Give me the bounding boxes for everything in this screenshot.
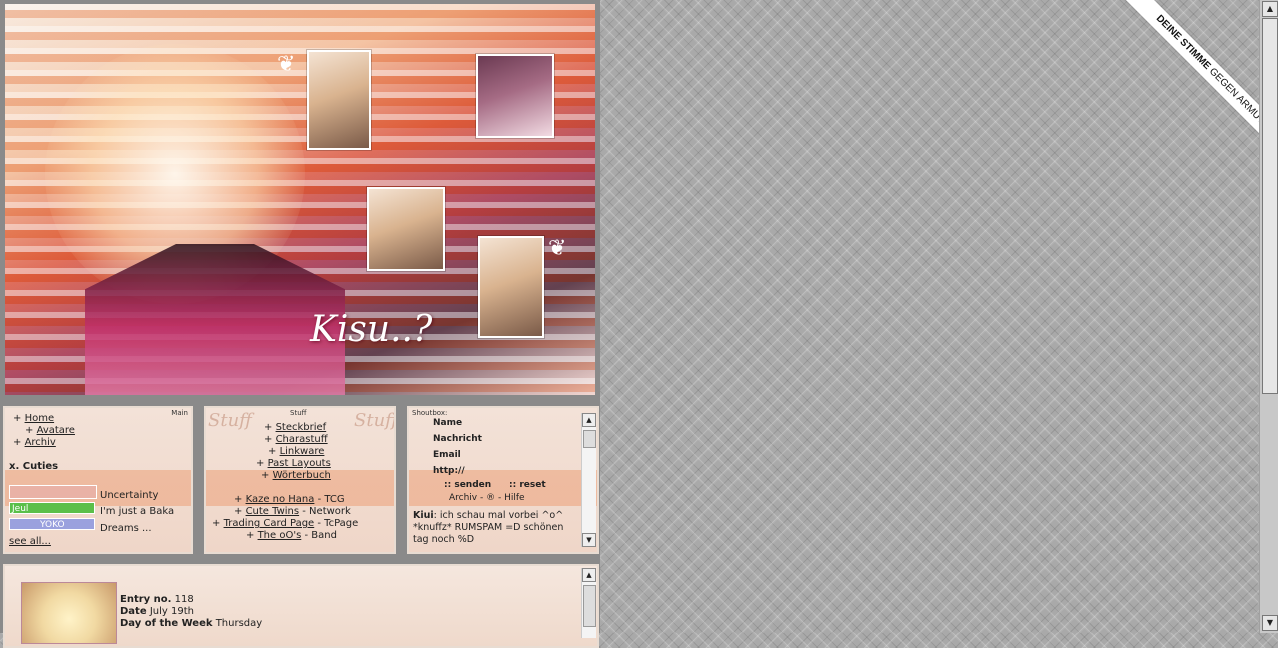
window-scrollbar[interactable]: ▲ ▼ [1259, 0, 1278, 633]
entry-date-label: Date [120, 606, 147, 617]
cutie-label: Dreams ... [100, 523, 152, 534]
shoutbox-message-field[interactable]: Nachricht [433, 434, 482, 444]
shoutbox-footer-links[interactable]: Archiv - ® - Hilfe [449, 493, 525, 503]
entry-number-value: 118 [174, 594, 194, 605]
archiv-link[interactable]: Archiv [25, 437, 56, 448]
linkware-link[interactable]: Linkware [280, 446, 325, 457]
entry-weekday-label: Day of the Week [120, 618, 213, 629]
shoutbox-message: Kiui: ich schau mal vorbei ^o^ *knuffz* … [413, 510, 564, 545]
entry-weekday: Day of the Week Thursday [120, 618, 262, 629]
network-item: + Trading Card Page - TcPage [212, 518, 359, 529]
header-thumbnail-1 [307, 50, 371, 150]
header-banner: ❦ ❦ Kisu..? [5, 4, 595, 395]
network-suffix: - Band [301, 530, 337, 541]
scroll-thumb[interactable] [583, 430, 596, 448]
scroll-up-icon[interactable]: ▲ [582, 568, 596, 582]
shoutbox-message-text: ich schau mal vorbei ^o^ *knuffz* RUMSPA… [413, 510, 564, 545]
shoutbox-scrollbar[interactable]: ▲ ▼ [581, 413, 596, 547]
cutie-banner-2[interactable]: Jeul [9, 502, 95, 514]
panel-tag: Main [171, 409, 188, 417]
shoutbox-email-field[interactable]: Email [433, 450, 461, 460]
network-suffix: - TCG [314, 494, 345, 505]
stuff-watermark: Stuff [208, 410, 252, 431]
network-item: + The oO's - Band [246, 530, 337, 541]
network-suffix: - TcPage [314, 518, 359, 529]
scroll-up-icon[interactable]: ▲ [1262, 1, 1278, 17]
avatare-link[interactable]: Avatare [37, 425, 75, 436]
header-title: Kisu..? [310, 309, 433, 350]
wing-icon: ❦ [548, 236, 567, 261]
scroll-thumb[interactable] [583, 585, 596, 627]
entry-weekday-value: Thursday [215, 618, 263, 629]
entry-date-value: July 19th [149, 606, 194, 617]
stuff-item: + Charastuff [264, 434, 328, 445]
steckbrief-link[interactable]: Steckbrief [276, 422, 327, 433]
stuff-watermark: Stuff [354, 410, 396, 431]
trading-card-page-link[interactable]: Trading Card Page [224, 518, 315, 529]
cutie-label: I'm just a Baka [100, 506, 175, 517]
see-all-link[interactable]: see all... [9, 536, 51, 547]
network-suffix: - Network [299, 506, 351, 517]
shoutbox-message-author: Kiui [413, 510, 434, 521]
entry-date: Date July 19th [120, 606, 194, 617]
stuff-item: + Wörterbuch [261, 470, 331, 481]
network-item: + Kaze no Hana - TCG [234, 494, 345, 505]
scroll-down-icon[interactable]: ▼ [1262, 615, 1278, 631]
entry-scrollbar[interactable]: ▲ [581, 568, 596, 638]
nav-item-archiv: + Archiv [13, 437, 56, 448]
entry-image [21, 582, 117, 644]
past-layouts-link[interactable]: Past Layouts [268, 458, 331, 469]
wing-icon: ❦ [277, 52, 296, 77]
entry-box: Entry no. 118 Date July 19th Day of the … [3, 564, 599, 648]
nav-item-home: + Home [13, 413, 55, 424]
home-link[interactable]: Home [25, 413, 55, 424]
scroll-up-icon[interactable]: ▲ [582, 413, 596, 427]
stuff-item: + Past Layouts [256, 458, 331, 469]
cutie-label: Uncertainty [100, 490, 159, 501]
header-thumbnail-3 [367, 187, 445, 271]
the-oos-link[interactable]: The oO's [258, 530, 302, 541]
shoutbox-url-field[interactable]: http:// [433, 466, 465, 476]
charastuff-link[interactable]: Charastuff [276, 434, 328, 445]
window-scroll-thumb[interactable] [1262, 18, 1278, 394]
header-thumbnail-4 [478, 236, 544, 338]
panel-tag: Stuff [290, 409, 307, 417]
shoutbox-reset-button[interactable]: :: reset [509, 480, 546, 490]
ribbon-bold-text: DEINE STIMME [1153, 13, 1213, 72]
stuff-box: Stuff Stuff Stuff + Steckbrief + Charast… [204, 406, 396, 554]
scroll-down-icon[interactable]: ▼ [582, 533, 596, 547]
ribbon-text: DEINE STIMME GEGEN ARMUT [1111, 0, 1260, 169]
woerterbuch-link[interactable]: Wörterbuch [273, 470, 331, 481]
shoutbox: Shoutbox: Name Nachricht Email http:// :… [407, 406, 599, 554]
cutie-banner-3[interactable]: YOKO [9, 518, 95, 530]
shoutbox-name-field[interactable]: Name [433, 418, 462, 428]
main-menu-box: Main + Home + Avatare + Archiv x. Cuties… [3, 406, 193, 554]
cuties-heading: x. Cuties [9, 461, 59, 472]
cute-twins-link[interactable]: Cute Twins [246, 506, 300, 517]
header-thumbnail-2 [476, 54, 554, 138]
left-column: ❦ ❦ Kisu..? Main + Home + Avatare + Arch… [0, 0, 600, 648]
ribbon-rest-text: GEGEN ARMUT [1206, 66, 1260, 127]
network-item: + Cute Twins - Network [234, 506, 351, 517]
nav-item-avatare: + Avatare [25, 425, 75, 436]
panel-tag: Shoutbox: [412, 409, 448, 417]
cutie-banner-1[interactable] [9, 485, 97, 499]
kaze-no-hana-link[interactable]: Kaze no Hana [246, 494, 315, 505]
stuff-item: + Steckbrief [264, 422, 327, 433]
cutie-badge: YOKO [40, 520, 65, 530]
entry-number-label: Entry no. [120, 594, 172, 605]
stuff-item: + Linkware [268, 446, 325, 457]
cutie-badge: Jeul [12, 504, 29, 514]
campaign-ribbon[interactable]: DEINE STIMME GEGEN ARMUT [1090, 0, 1260, 170]
shoutbox-send-button[interactable]: :: senden [444, 480, 491, 490]
entry-number: Entry no. 118 [120, 594, 194, 605]
